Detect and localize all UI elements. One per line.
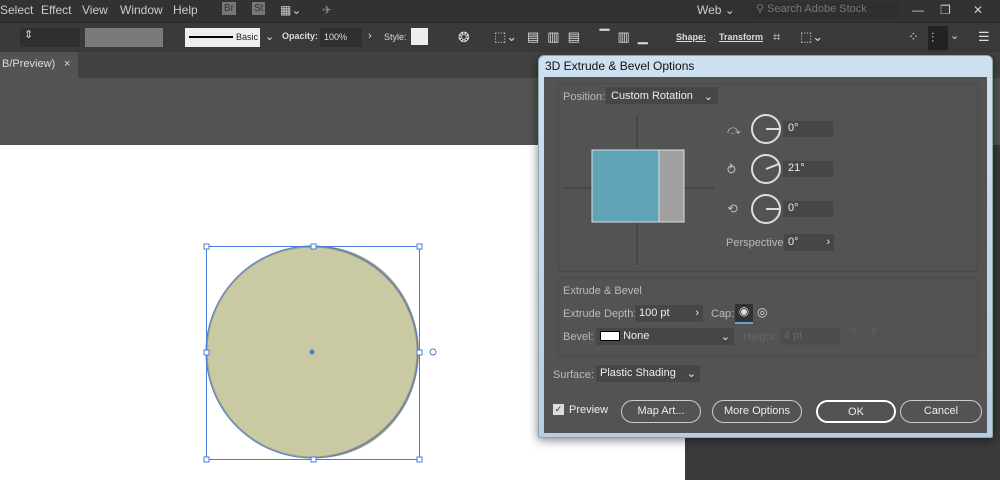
z-axis-rotation-icon: ⟲ (727, 201, 738, 216)
cancel-button[interactable]: Cancel (900, 400, 982, 423)
y-axis-dial[interactable] (751, 154, 781, 184)
center-point (309, 349, 315, 355)
height-input[interactable]: 4 pt (780, 328, 840, 345)
cap-on-icon[interactable]: ◉ (735, 304, 753, 324)
bevel-extent-in-icon[interactable]: ⍡ (870, 327, 878, 343)
y-axis-rotation-input[interactable]: 21° (783, 161, 833, 177)
perspective-label: Perspective: (726, 237, 787, 249)
minimize-button[interactable]: — (912, 3, 924, 17)
preview-checkbox[interactable]: ✓ (553, 404, 564, 415)
panel-toggle-icon[interactable]: ⫶ (928, 26, 948, 50)
map-art-button[interactable]: Map Art... (621, 400, 701, 423)
position-dropdown[interactable]: Custom Rotation ⌄ (606, 87, 718, 104)
y-axis-rotation-icon: ⥁ (727, 162, 736, 177)
extrude-depth-input[interactable]: 100 pt › (635, 305, 703, 322)
x-axis-rotation-icon: ⤼ (727, 122, 741, 137)
chevron-down-icon[interactable]: ⌄ (950, 29, 959, 42)
transform-button[interactable]: Transform (719, 32, 763, 42)
perspective-input[interactable]: 0° › (784, 234, 834, 251)
height-label: Height: (743, 331, 778, 343)
z-axis-dial[interactable] (751, 194, 781, 224)
ok-button[interactable]: OK (816, 400, 896, 423)
position-label: Position: (563, 91, 606, 103)
grid-icon[interactable]: ⁘ (908, 29, 919, 45)
bevel-dropdown[interactable]: None ⌄ (596, 328, 734, 345)
z-axis-rotation-input[interactable]: 0° (783, 201, 833, 217)
x-axis-dial[interactable] (751, 114, 781, 144)
restore-button[interactable]: ❐ (940, 3, 951, 17)
preview-label[interactable]: Preview (569, 404, 608, 416)
stock-search-input[interactable]: ⚲ Search Adobe Stock (752, 2, 900, 19)
bevel-extent-out-icon[interactable]: ⍡ (850, 327, 858, 343)
surface-dropdown[interactable]: Plastic Shading ⌄ (596, 365, 700, 382)
workspace-switcher[interactable]: Web ⌄ (697, 3, 735, 17)
more-options-button[interactable]: More Options (712, 400, 802, 423)
cap-off-icon[interactable]: ◎ (757, 305, 767, 319)
extrude-depth-label: Extrude Depth: (563, 308, 637, 320)
3d-extrude-bevel-dialog: 3D Extrude & Bevel Options Position: Cus… (538, 55, 993, 438)
extrude-bevel-heading: Extrude & Bevel (563, 285, 642, 297)
panel-menu-icon[interactable]: ☰ (978, 29, 990, 45)
bevel-label: Bevel: (563, 331, 594, 343)
close-button[interactable]: ✕ (973, 3, 983, 17)
select-similar-icon[interactable]: ⬚⌄ (800, 29, 823, 45)
isolate-icon[interactable]: ⌗ (773, 29, 780, 45)
cap-label: Cap: (711, 308, 735, 320)
perspective-slider-arrow-icon[interactable]: › (826, 236, 830, 248)
x-axis-rotation-input[interactable]: 0° (783, 121, 833, 137)
dialog-title: 3D Extrude & Bevel Options (545, 59, 695, 73)
live-shape-widget[interactable] (429, 348, 437, 356)
rotation-track-cube[interactable] (564, 115, 714, 265)
surface-label: Surface: (553, 369, 594, 381)
